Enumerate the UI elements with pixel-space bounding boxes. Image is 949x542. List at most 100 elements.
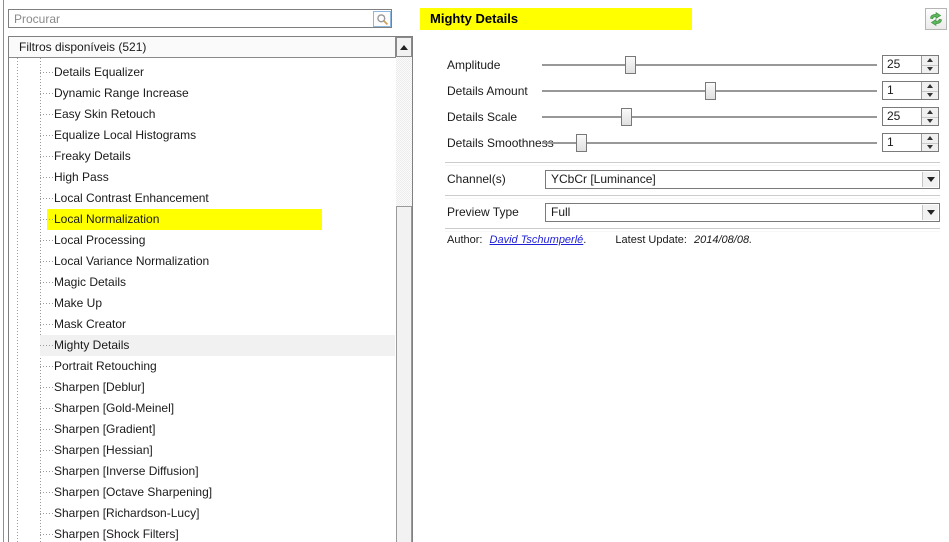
filter-item[interactable]: Local Processing bbox=[9, 230, 395, 251]
filter-item-highlighted[interactable]: Local Normalization bbox=[9, 209, 395, 230]
spin-down-button[interactable] bbox=[922, 65, 938, 74]
slider-handle[interactable] bbox=[621, 108, 633, 126]
filter-name: Sharpen [Deblur] bbox=[54, 380, 145, 394]
spin-value[interactable]: 1 bbox=[887, 82, 894, 99]
spin-value[interactable]: 1 bbox=[887, 134, 894, 151]
tree-branch-icon bbox=[40, 282, 53, 283]
tree-branch-icon bbox=[40, 513, 53, 514]
chevron-down-icon bbox=[926, 177, 935, 182]
list-scrollbar[interactable] bbox=[396, 37, 412, 542]
filter-item[interactable]: Sharpen [Octave Sharpening] bbox=[9, 482, 395, 503]
tree-branch-icon bbox=[40, 219, 53, 220]
filter-item[interactable]: Easy Skin Retouch bbox=[9, 104, 395, 125]
filter-item[interactable]: Sharpen [Deblur] bbox=[9, 377, 395, 398]
filter-name: Freaky Details bbox=[54, 149, 131, 163]
channels-dropdown[interactable]: YCbCr [Luminance] bbox=[545, 170, 940, 189]
details-scale-spinbox[interactable]: 25 bbox=[882, 107, 939, 126]
details-amount-slider[interactable] bbox=[542, 81, 877, 101]
tree-branch-icon bbox=[40, 303, 53, 304]
param-label: Details Smoothness bbox=[447, 136, 554, 150]
dropdown-arrow-button[interactable] bbox=[922, 172, 938, 187]
slider-handle[interactable] bbox=[705, 82, 717, 100]
search-button[interactable] bbox=[373, 11, 391, 27]
amplitude-spinbox[interactable]: 25 bbox=[882, 55, 939, 74]
scrollbar-up-button[interactable] bbox=[396, 37, 412, 57]
separator bbox=[445, 228, 940, 232]
param-label: Amplitude bbox=[447, 58, 501, 72]
filter-item[interactable]: Sharpen [Gradient] bbox=[9, 419, 395, 440]
filter-item[interactable]: Local Contrast Enhancement bbox=[9, 188, 395, 209]
details-smoothness-slider[interactable] bbox=[542, 133, 877, 153]
filter-item[interactable]: Portrait Retouching bbox=[9, 356, 395, 377]
filter-list-header[interactable]: Filtros disponíveis (521) bbox=[9, 37, 396, 58]
param-label: Details Scale bbox=[447, 110, 518, 124]
filter-item[interactable]: Freaky Details bbox=[9, 146, 395, 167]
channels-label: Channel(s) bbox=[447, 172, 506, 186]
refresh-button[interactable] bbox=[925, 8, 947, 30]
triangle-up-icon bbox=[927, 110, 933, 115]
filter-name: Dynamic Range Increase bbox=[54, 86, 189, 100]
spin-down-button[interactable] bbox=[922, 143, 938, 152]
filter-item[interactable]: Sharpen [Gold-Meinel] bbox=[9, 398, 395, 419]
spin-down-button[interactable] bbox=[922, 117, 938, 126]
tree-branch-icon bbox=[40, 240, 53, 241]
author-link[interactable]: David Tschumperlé bbox=[490, 234, 584, 246]
spin-buttons bbox=[921, 82, 938, 99]
search-input[interactable] bbox=[8, 9, 392, 28]
slider-row-amplitude: Amplitude 25 bbox=[445, 55, 940, 75]
tree-branch-icon bbox=[40, 72, 53, 73]
tree-branch-icon bbox=[40, 177, 53, 178]
filter-item[interactable]: Sharpen [Shock Filters] bbox=[9, 524, 395, 542]
details-smoothness-spinbox[interactable]: 1 bbox=[882, 133, 939, 152]
filter-name: Sharpen [Octave Sharpening] bbox=[54, 485, 213, 499]
filter-name: Make Up bbox=[54, 296, 103, 310]
gmic-filter-window: Filtros disponíveis (521) Details Equali… bbox=[0, 0, 949, 542]
dropdown-arrow-button[interactable] bbox=[922, 205, 938, 220]
spin-down-button[interactable] bbox=[922, 91, 938, 100]
tree-branch-icon bbox=[40, 429, 53, 430]
slider-handle[interactable] bbox=[624, 56, 636, 74]
details-amount-spinbox[interactable]: 1 bbox=[882, 81, 939, 100]
filter-item[interactable]: Mask Creator bbox=[9, 314, 395, 335]
tree-branch-icon bbox=[40, 534, 53, 535]
filter-item[interactable]: Make Up bbox=[9, 293, 395, 314]
filter-item[interactable]: Local Variance Normalization bbox=[9, 251, 395, 272]
filter-name: Mighty Details bbox=[54, 338, 130, 352]
scrollbar-thumb[interactable] bbox=[396, 206, 412, 542]
slider-track bbox=[542, 116, 877, 118]
filter-name: Sharpen [Richardson-Lucy] bbox=[54, 506, 200, 520]
filter-title: Mighty Details bbox=[420, 8, 692, 30]
tree-branch-icon bbox=[40, 492, 53, 493]
preview-type-dropdown[interactable]: Full bbox=[545, 203, 940, 222]
tree-branch-icon bbox=[40, 198, 53, 199]
latest-update-label: Latest Update: bbox=[615, 234, 687, 246]
filter-list-panel: Filtros disponíveis (521) Details Equali… bbox=[8, 36, 413, 542]
filter-item[interactable]: Equalize Local Histograms bbox=[9, 125, 395, 146]
slider-row-details-scale: Details Scale 25 bbox=[445, 107, 940, 127]
details-scale-slider[interactable] bbox=[542, 107, 877, 127]
filter-name: Magic Details bbox=[54, 275, 127, 289]
spin-buttons bbox=[921, 56, 938, 73]
spin-value[interactable]: 25 bbox=[887, 108, 900, 125]
filter-item-selected[interactable]: Mighty Details bbox=[9, 335, 395, 356]
filter-name: Sharpen [Gradient] bbox=[54, 422, 156, 436]
filter-item[interactable]: Dynamic Range Increase bbox=[9, 83, 395, 104]
tree-branch-icon bbox=[40, 450, 53, 451]
filter-item[interactable]: Magic Details bbox=[9, 272, 395, 293]
filter-item[interactable]: High Pass bbox=[9, 167, 395, 188]
triangle-down-icon bbox=[927, 66, 933, 71]
latest-update-value: 2014/08/08. bbox=[694, 234, 753, 246]
filter-item[interactable]: Details Equalizer bbox=[9, 62, 395, 83]
filter-name: Sharpen [Inverse Diffusion] bbox=[54, 464, 199, 478]
refresh-icon bbox=[928, 11, 944, 27]
tree-branch-icon bbox=[40, 408, 53, 409]
slider-handle[interactable] bbox=[576, 134, 588, 152]
amplitude-slider[interactable] bbox=[542, 55, 877, 75]
search-icon bbox=[376, 13, 389, 26]
spin-value[interactable]: 25 bbox=[887, 56, 900, 73]
filter-item[interactable]: Sharpen [Richardson-Lucy] bbox=[9, 503, 395, 524]
filter-item[interactable]: Sharpen [Inverse Diffusion] bbox=[9, 461, 395, 482]
filter-item[interactable]: Sharpen [Hessian] bbox=[9, 440, 395, 461]
spin-buttons bbox=[921, 134, 938, 151]
tree-branch-icon bbox=[40, 366, 53, 367]
